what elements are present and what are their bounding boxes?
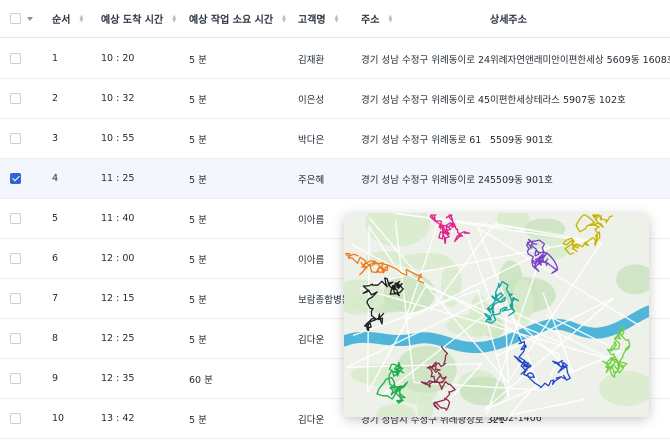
cell-customer: 김다운 — [298, 334, 325, 346]
row-select-cell[interactable] — [10, 359, 21, 398]
column-header-address[interactable]: 주소 ▲ ▼ — [361, 0, 393, 37]
cell-arrival: 10 : 32 — [101, 93, 135, 104]
sort-icon[interactable]: ▲ ▼ — [281, 14, 287, 23]
row-checkbox[interactable] — [10, 413, 21, 424]
table-row[interactable]: 3 10 : 55 5 분 박다은 경기 성남 수정구 위례동로 61 5509동 901… — [0, 119, 670, 159]
column-header-order[interactable]: 순서 ▲ ▼ — [52, 0, 84, 37]
cell-duration: 5 분 — [189, 94, 207, 106]
row-select-cell[interactable] — [10, 39, 21, 78]
row-select-cell[interactable] — [10, 119, 21, 158]
row-checkbox[interactable] — [10, 213, 21, 224]
cell-customer: 이은성 — [298, 94, 325, 106]
chevron-down-icon[interactable] — [27, 16, 33, 21]
column-header-customer[interactable]: 고객명 ▲ ▼ — [298, 0, 340, 37]
sort-icon[interactable]: ▲ ▼ — [334, 14, 340, 23]
row-select-cell[interactable] — [10, 199, 21, 238]
cell-address: 경기 성남 수정구 위례동로 61 — [361, 134, 482, 146]
cell-detail: 이편한세상테라스 5907동 102호 — [490, 94, 626, 106]
cell-order: 8 — [52, 333, 59, 344]
cell-arrival: 12 : 00 — [101, 253, 135, 264]
table-header: 순서 ▲ ▼ 예상 도착 시간 ▲ ▼ 예상 작업 소요 시간 ▲ ▼ 고객명 ▲ ▼ 주소 ▲ ▼ 상세주소 — [0, 0, 670, 38]
row-checkbox[interactable] — [10, 53, 21, 64]
select-all-checkbox[interactable] — [10, 13, 21, 24]
cell-customer: 이아름 — [298, 214, 325, 226]
column-header-duration[interactable]: 예상 작업 소요 시간 ▲ ▼ — [189, 0, 287, 37]
row-checkbox[interactable] — [10, 373, 21, 384]
cell-duration: 5 분 — [189, 214, 207, 226]
cell-order: 5 — [52, 213, 59, 224]
cell-arrival: 13 : 42 — [101, 413, 135, 424]
select-all-cell[interactable] — [10, 0, 33, 37]
cell-order: 4 — [52, 173, 59, 184]
table-row[interactable]: 2 10 : 32 5 분 이은성 경기 성남 수정구 위례동이로 45 이편한세상테라스… — [0, 79, 670, 119]
sort-icon[interactable]: ▲ ▼ — [171, 14, 177, 23]
column-header-label: 예상 도착 시간 — [101, 15, 164, 26]
cell-customer: 김재환 — [298, 54, 325, 66]
cell-address: 경기 성남 수정구 위례동이로 24 — [361, 174, 491, 186]
cell-duration: 5 분 — [189, 294, 207, 306]
cell-customer: 보람종합병원 — [298, 294, 351, 306]
cell-arrival: 10 : 55 — [101, 133, 135, 144]
row-select-cell[interactable] — [10, 399, 21, 438]
cell-address: 경기 성남 수정구 위례동이로 24 — [361, 54, 491, 66]
cell-detail: 5509동 901호 — [490, 174, 553, 186]
cell-customer: 주은혜 — [298, 174, 325, 186]
row-checkbox[interactable] — [10, 133, 21, 144]
cell-detail: 위례자연앤래미안이편한세상 5609동 1608호 — [490, 54, 670, 66]
cell-duration: 5 분 — [189, 54, 207, 66]
cell-order: 2 — [52, 93, 59, 104]
cell-order: 10 — [52, 413, 65, 424]
column-header-arrival[interactable]: 예상 도착 시간 ▲ ▼ — [101, 0, 177, 37]
cell-arrival: 11 : 40 — [101, 213, 135, 224]
row-checkbox[interactable] — [10, 293, 21, 304]
table-row[interactable]: 4 11 : 25 5 분 주은혜 경기 성남 수정구 위례동이로 24 5509동 90… — [0, 159, 670, 199]
cell-arrival: 12 : 15 — [101, 293, 135, 304]
cell-address: 경기 성남 수정구 위례동이로 45 — [361, 94, 491, 106]
row-select-cell[interactable] — [10, 319, 21, 358]
cell-detail: 5509동 901호 — [490, 134, 553, 146]
column-header-label: 상세주소 — [490, 15, 527, 26]
row-checkbox[interactable] — [10, 333, 21, 344]
cell-duration: 5 분 — [189, 254, 207, 266]
cell-arrival: 12 : 25 — [101, 333, 135, 344]
cell-duration: 5 분 — [189, 414, 207, 426]
row-checkbox[interactable] — [10, 253, 21, 264]
cell-duration: 5 분 — [189, 334, 207, 346]
column-header-label: 예상 작업 소요 시간 — [189, 15, 274, 26]
column-header-label: 순서 — [52, 15, 71, 26]
row-select-cell[interactable] — [10, 279, 21, 318]
table-row[interactable]: 1 10 : 20 5 분 김재환 경기 성남 수정구 위례동이로 24 위례자연앤래미안… — [0, 39, 670, 79]
route-map[interactable] — [344, 213, 649, 417]
cell-customer: 김다운 — [298, 414, 325, 426]
row-checkbox[interactable] — [10, 173, 21, 184]
route-map-popup[interactable] — [344, 213, 649, 417]
sort-icon[interactable]: ▲ ▼ — [78, 14, 84, 23]
cell-duration: 60 분 — [189, 374, 213, 386]
cell-customer: 박다은 — [298, 134, 325, 146]
column-header-label: 주소 — [361, 15, 380, 26]
cell-duration: 5 분 — [189, 174, 207, 186]
column-header-label: 고객명 — [298, 15, 326, 26]
cell-arrival: 10 : 20 — [101, 53, 135, 64]
row-select-cell[interactable] — [10, 159, 21, 198]
row-select-cell[interactable] — [10, 79, 21, 118]
cell-order: 6 — [52, 253, 59, 264]
cell-order: 1 — [52, 53, 59, 64]
cell-duration: 5 분 — [189, 134, 207, 146]
cell-customer: 이아름 — [298, 254, 325, 266]
cell-order: 7 — [52, 293, 59, 304]
column-header-detail[interactable]: 상세주소 — [490, 0, 527, 37]
cell-arrival: 12 : 35 — [101, 373, 135, 384]
cell-arrival: 11 : 25 — [101, 173, 135, 184]
row-checkbox[interactable] — [10, 93, 21, 104]
cell-order: 9 — [52, 373, 59, 384]
cell-order: 3 — [52, 133, 59, 144]
sort-icon[interactable]: ▲ ▼ — [387, 14, 393, 23]
row-select-cell[interactable] — [10, 239, 21, 278]
